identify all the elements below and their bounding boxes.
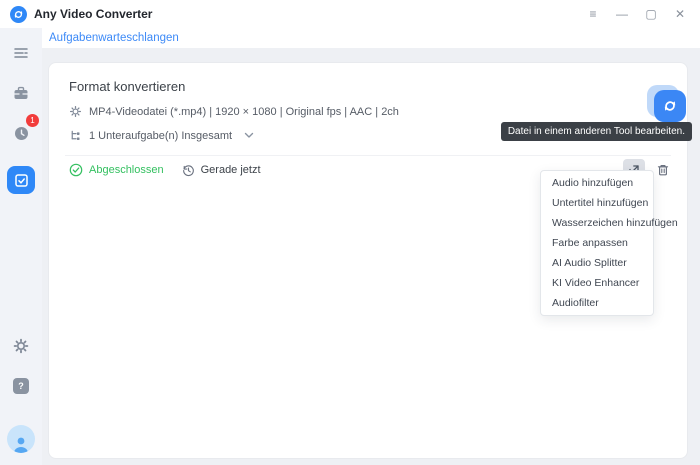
delete-button[interactable]	[652, 159, 674, 181]
context-menu: Audio hinzufügen Untertitel hinzufügen W…	[540, 170, 654, 316]
check-circle-icon	[69, 163, 83, 177]
history-clock-icon	[13, 125, 30, 142]
tooltip: Datei in einem anderen Tool bearbeiten.	[501, 122, 692, 141]
help-icon: ?	[13, 378, 29, 394]
sidebar: 1 ?	[0, 28, 42, 465]
title-bar: Any Video Converter ≡ — ▢ ✕	[0, 0, 700, 28]
gear-icon	[13, 338, 29, 354]
convert-button-group	[654, 90, 686, 122]
subtasks-label: 1 Unteraufgabe(n) Insgesamt	[89, 130, 232, 142]
close-icon[interactable]: ✕	[670, 5, 690, 23]
tab-task-queues[interactable]: Aufgabenwarteschlangen	[49, 32, 179, 44]
status-label: Abgeschlossen	[89, 164, 164, 176]
format-info-row: MP4-Videodatei (*.mp4) | 1920 × 1080 | O…	[69, 105, 667, 118]
menu-item-adjust-color[interactable]: Farbe anpassen	[541, 233, 653, 253]
sidebar-item-settings[interactable]	[6, 331, 36, 361]
menu-item-add-audio[interactable]: Audio hinzufügen	[541, 173, 653, 193]
format-info-text: MP4-Videodatei (*.mp4) | 1920 × 1080 | O…	[89, 106, 399, 118]
app-logo-icon	[10, 6, 27, 23]
tab-bar: Aufgabenwarteschlangen	[42, 28, 700, 48]
chevron-down-icon[interactable]	[244, 132, 254, 139]
task-list-icon	[14, 173, 29, 188]
sidebar-item-help[interactable]: ?	[6, 371, 36, 401]
toolbox-icon	[13, 86, 29, 101]
status-time-label: Gerade jetzt	[201, 164, 261, 176]
menu-item-add-watermark[interactable]: Wasserzeichen hinzufügen	[541, 213, 653, 233]
sync-arrows-icon	[661, 97, 679, 115]
menu-item-ki-video-enhancer[interactable]: KI Video Enhancer	[541, 273, 653, 293]
account-avatar[interactable]	[7, 425, 35, 453]
format-gear-icon	[69, 105, 82, 118]
trash-icon	[656, 163, 670, 177]
sidebar-item-toolbox[interactable]	[6, 78, 36, 108]
app-title: Any Video Converter	[34, 7, 152, 21]
maximize-icon[interactable]: ▢	[641, 5, 661, 23]
status-time: Gerade jetzt	[182, 164, 261, 177]
sidebar-item-task-queue[interactable]	[6, 38, 36, 68]
subtask-tree-icon	[69, 129, 82, 142]
app-window: Any Video Converter ≡ — ▢ ✕	[0, 0, 700, 465]
minimize-icon[interactable]: —	[612, 5, 632, 23]
menu-item-ai-audio-splitter[interactable]: AI Audio Splitter	[541, 253, 653, 273]
task-title: Format konvertieren	[69, 79, 667, 94]
status-complete: Abgeschlossen	[69, 163, 164, 177]
history-badge: 1	[26, 114, 39, 127]
menu-item-audio-filter[interactable]: Audiofilter	[541, 293, 653, 313]
queue-icon	[13, 46, 29, 60]
menu-icon[interactable]: ≡	[583, 5, 603, 23]
sidebar-item-task-list-active[interactable]	[7, 166, 35, 194]
sidebar-item-history[interactable]: 1	[6, 118, 36, 148]
menu-item-add-subtitles[interactable]: Untertitel hinzufügen	[541, 193, 653, 213]
window-controls: ≡ — ▢ ✕	[583, 5, 690, 23]
clock-icon	[182, 164, 195, 177]
user-icon	[11, 435, 31, 453]
convert-button[interactable]	[654, 90, 686, 122]
